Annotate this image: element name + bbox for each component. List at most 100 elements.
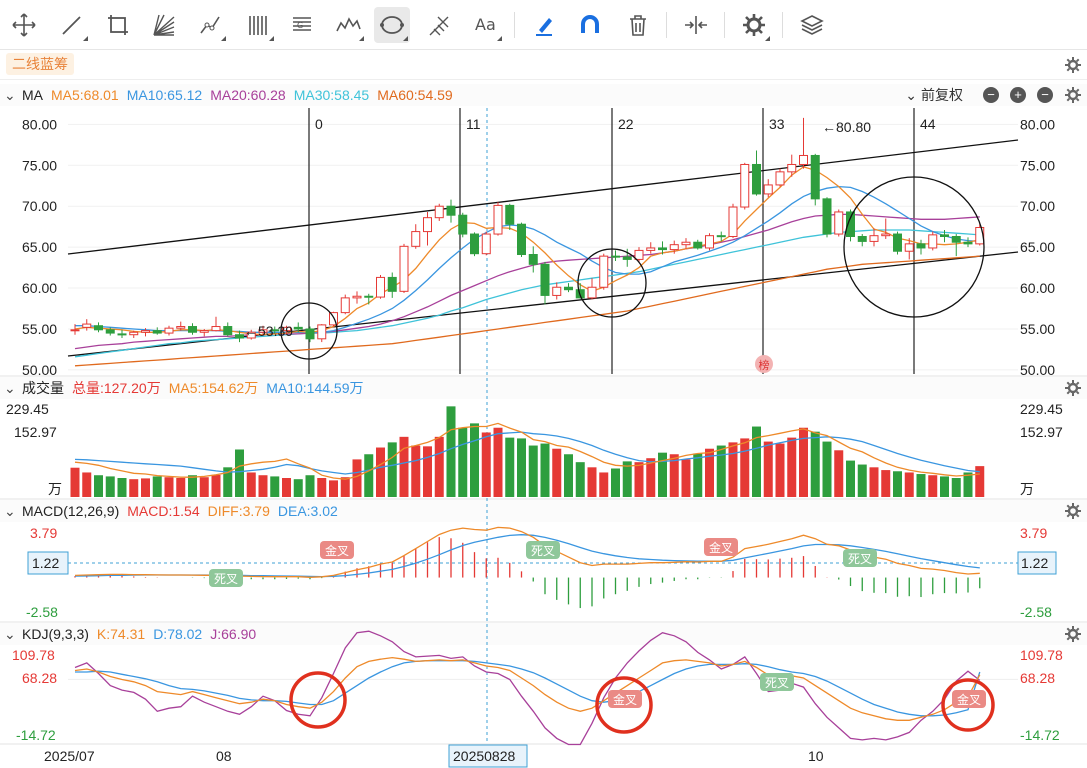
macd-axis-min-left: -2.58 [26,604,58,620]
text-tool-icon[interactable]: Aa [468,7,504,43]
ellipse-icon[interactable] [374,7,410,43]
macd-death-cross-badge[interactable]: 死叉 [843,549,877,567]
macd-golden-cross-badge[interactable]: 金叉 [320,541,354,559]
candle-body [716,235,726,238]
candle-body [117,333,127,336]
volume-bar [129,479,139,497]
volume-ma5: MA5:154.62万 [168,380,259,396]
candle-body [293,326,303,330]
layers-icon[interactable] [794,7,830,43]
volume-bar [340,477,350,497]
candle-body [658,247,667,251]
wave-icon[interactable] [330,7,366,43]
macd-golden-cross-badge[interactable]: 金叉 [704,538,738,556]
volume-bar [763,441,773,497]
candle-body [893,233,902,252]
trash-icon[interactable] [620,7,656,43]
cursor-date: 20250828 [453,748,516,764]
highlighter-icon[interactable] [526,7,562,43]
ma5-value: MA5:68.01 [51,87,119,103]
collapse-icon[interactable]: ⌄ [4,377,18,399]
price-tick-label: 65.00 [1020,239,1055,255]
fork-icon[interactable] [422,7,458,43]
kdj-death-cross-badge[interactable]: 死叉 [760,673,794,691]
zoom-in-icon[interactable]: + [1010,87,1026,103]
crosshair-move-icon[interactable] [6,7,42,43]
price-tick-label: 60.00 [22,280,57,296]
gear-icon[interactable] [1064,625,1082,643]
candle-body [246,331,256,339]
strategy-tag[interactable]: 二线蓝筹 [6,53,74,75]
volume-bar [399,436,409,497]
candle-body [493,204,503,235]
channel-lower-line[interactable] [67,251,1019,357]
volume-bar [728,442,738,497]
macd-axis-max-left: 3.79 [30,525,57,541]
collapse-panel-icon[interactable]: − [1037,87,1053,103]
fan-lines-icon[interactable] [146,7,182,43]
rectangle-icon[interactable] [100,7,136,43]
volume-bar [881,470,891,497]
annotation-circle[interactable] [577,248,647,318]
settings-icon[interactable] [736,7,772,43]
parallel-lines-icon[interactable] [240,7,276,43]
d-line [75,660,981,717]
text-lines-icon[interactable]: G [284,7,320,43]
volume-bar [70,467,80,497]
kdj-highlight-circle[interactable] [595,676,653,734]
split-view-icon[interactable] [678,7,714,43]
cursor-date-box [448,744,528,768]
toolbar-separator [782,12,783,38]
annotation-circle[interactable] [843,176,985,318]
price-tick-label: 60.00 [1020,280,1055,296]
path-icon[interactable] [192,7,228,43]
volume-bar [223,467,233,497]
price-tick-label: 70.00 [22,198,57,214]
candle-body [352,295,362,299]
candle-body [599,255,609,288]
volume-bar [622,461,632,497]
volume-panel-header: ⌄ 成交量 总量:127.20万 MA5:154.62万 MA10:144.59万 [0,377,1087,399]
volume-axis-mid-right: 152.97 [1020,424,1063,440]
volume-bar [105,476,115,497]
kdj-highlight-circle[interactable] [941,678,995,732]
volume-bar [329,480,338,497]
moving-averages [74,166,980,367]
trend-line-icon[interactable] [54,7,90,43]
volume-bar [846,460,855,497]
candle-body [705,235,714,249]
macd-death-cross-badge[interactable]: 死叉 [526,541,560,559]
strategy-bar: 二线蓝筹 [0,50,1087,80]
annotation-circle[interactable] [280,302,338,360]
kdj-golden-cross-badge[interactable]: 金叉 [608,690,642,708]
channel-upper-line[interactable] [67,139,1019,255]
collapse-icon[interactable]: ⌄ [4,84,18,106]
gear-icon[interactable] [1064,502,1082,520]
adjust-label: 前复权 [921,87,963,103]
volume-bar [446,406,456,497]
gear-icon[interactable] [1064,379,1082,397]
macd-death-cross-badge[interactable]: 死叉 [209,569,243,587]
volume-ma10: MA10:144.59万 [266,380,364,396]
volume-bar [176,478,186,497]
kdj-death-cross-label: 死叉 [765,676,789,690]
candlesticks [70,117,985,343]
volume-bar [893,471,902,497]
macd-value: MACD:1.54 [127,503,200,519]
magnet-icon[interactable] [572,7,608,43]
gear-icon[interactable] [1064,56,1082,74]
volume-bar [564,454,573,497]
candle-body [693,241,703,249]
adjust-select[interactable]: ⌄ 前复权 [905,84,971,106]
collapse-icon[interactable]: ⌄ [4,623,18,645]
volume-unit-right: 万 [1020,481,1034,497]
gear-icon[interactable] [1064,86,1082,104]
ma-title: MA [22,87,43,103]
rank-badge-bg[interactable] [755,355,773,373]
kdj-highlight-circle[interactable] [289,671,347,729]
rank-badge[interactable]: 榜 [759,358,770,372]
candle-body [82,323,92,328]
kdj-golden-cross-badge[interactable]: 金叉 [952,690,986,708]
zoom-out-icon[interactable]: − [983,87,999,103]
collapse-icon[interactable]: ⌄ [4,500,18,522]
